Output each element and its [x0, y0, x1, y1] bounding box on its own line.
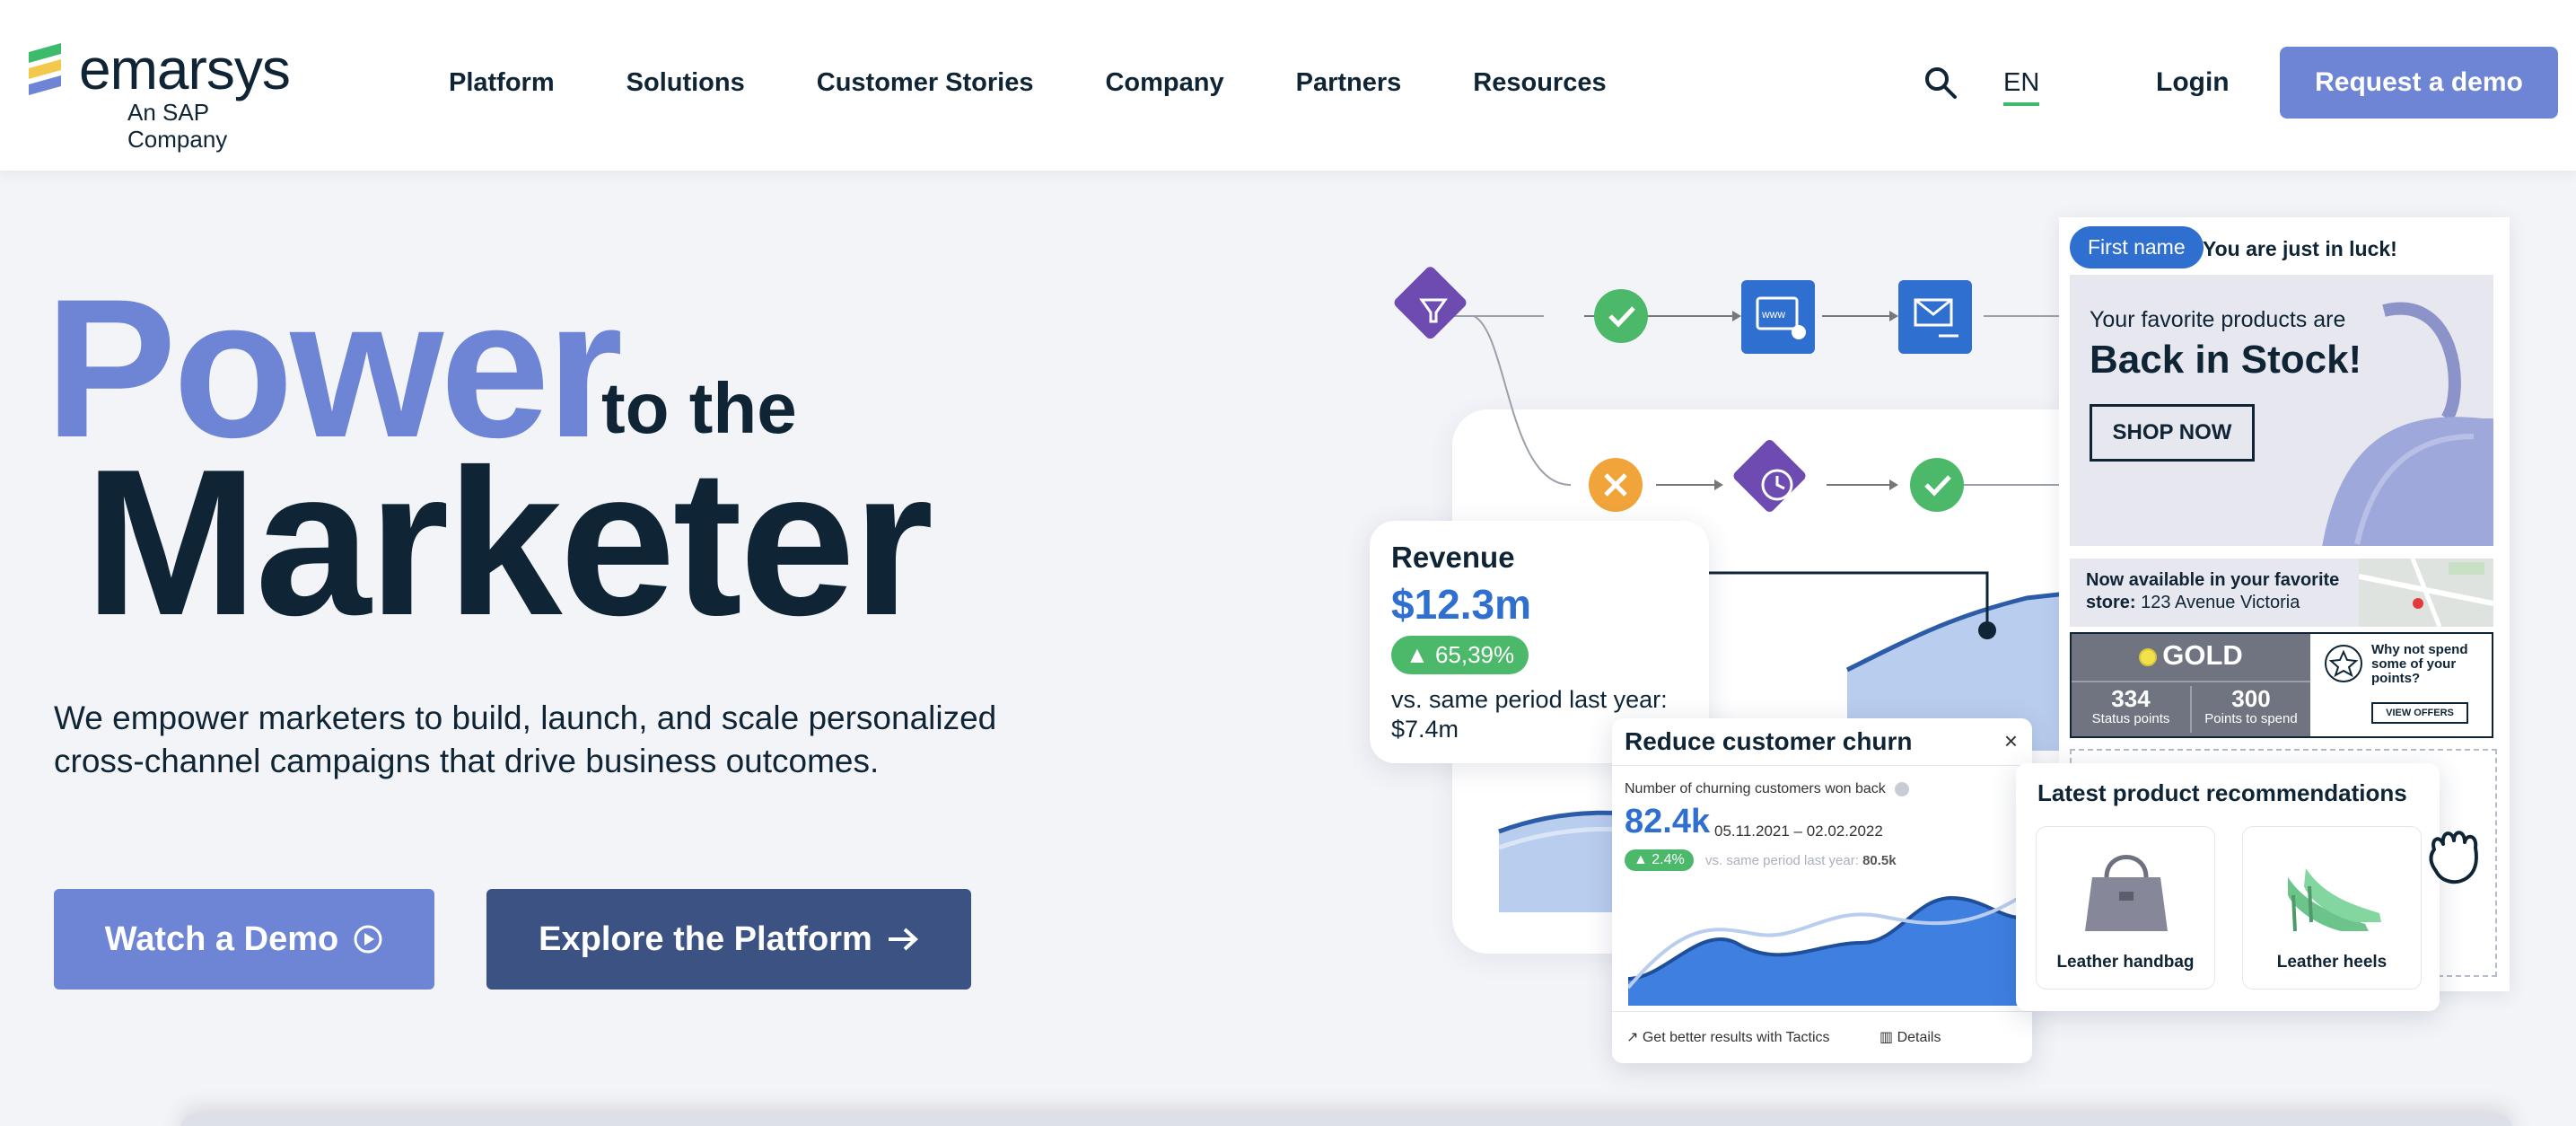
churn-title: Reduce customer churn	[1625, 727, 1913, 755]
loyalty-tier: GOLD	[2072, 639, 2310, 672]
logo-wordmark: emarsys	[79, 37, 291, 101]
site-header: emarsys An SAP Company Platform Solution…	[0, 0, 2576, 171]
churn-change-badge: ▲ 2.4%	[1625, 849, 1694, 871]
tactics-link[interactable]: ↗ Get better results with Tactics	[1626, 1028, 1830, 1046]
churn-widget: Reduce customer churn × Number of churni…	[1612, 718, 2032, 1063]
store-address: 123 Avenue Victoria	[2141, 593, 2300, 612]
revenue-change-badge: ▲ 65,39%	[1391, 636, 1529, 674]
grab-hand-cursor-icon	[2429, 831, 2478, 884]
explore-platform-label: Explore the Platform	[539, 919, 872, 958]
trend-icon: ↗	[1626, 1030, 1639, 1045]
churn-date-range: 05.11.2021 – 02.02.2022	[1714, 823, 1883, 840]
nav-company[interactable]: Company	[1105, 63, 1223, 102]
shop-now-button[interactable]: SHOP NOW	[2090, 404, 2255, 462]
check-node-icon	[1594, 289, 1648, 343]
svg-text:www: www	[1761, 308, 1785, 321]
spend-points-value: 300	[2231, 685, 2271, 712]
loyalty-gold-card: GOLD 334 Status points 300 Points to spe…	[2070, 632, 2493, 738]
main-nav: Platform Solutions Customer Stories Comp…	[449, 63, 1678, 102]
store-text: Now available in your favorite store: 12…	[2086, 569, 2373, 614]
spend-points-prompt: Why not spend some of your points?	[2371, 642, 2468, 686]
email-node-icon	[1898, 280, 1972, 354]
check-node-icon-2	[1910, 458, 1964, 512]
spend-points-label: Points to spend	[2204, 711, 2298, 726]
section-edge	[180, 1113, 2513, 1126]
nav-partners[interactable]: Partners	[1296, 63, 1402, 102]
churn-comparison-label: vs. same period last year:	[1705, 853, 1859, 868]
store-availability: Now available in your favorite store: 12…	[2070, 559, 2493, 627]
status-points-label: Status points	[2091, 711, 2170, 726]
product-tile-heels[interactable]: Leather heels	[2242, 826, 2422, 990]
loyalty-status-panel: GOLD 334 Status points 300 Points to spe…	[2072, 634, 2310, 736]
clock-node-icon	[1733, 440, 1806, 512]
churn-metric-text: Number of churning customers won back	[1625, 781, 1886, 796]
info-icon	[1895, 781, 1910, 796]
email-greeting: You are just in luck!	[2203, 237, 2397, 260]
churn-area-chart	[1628, 887, 2032, 1006]
revenue-title: Revenue	[1391, 541, 1515, 574]
churn-comparison: vs. same period last year: 80.5k	[1705, 853, 1897, 868]
handbag-image	[2085, 855, 2168, 931]
web-node-icon: www	[1741, 280, 1815, 354]
churn-footer: ↗ Get better results with Tactics ▥ Deta…	[1612, 1011, 2032, 1063]
loyalty-divider-h	[2072, 681, 2310, 682]
cancel-node-icon	[1589, 458, 1643, 512]
close-icon[interactable]: ×	[2004, 727, 2018, 755]
logo-tagline: An SAP Company	[127, 99, 228, 153]
play-circle-icon	[354, 925, 382, 954]
request-demo-button[interactable]: Request a demo	[2280, 47, 2558, 119]
loyalty-tier-label: GOLD	[2162, 639, 2243, 671]
product-recommendations-card: Latest product recommendations Leather h…	[2016, 763, 2440, 1011]
emarsys-logo[interactable]: emarsys An SAP Company	[25, 37, 312, 153]
churn-comparison-value: 80.5k	[1862, 853, 1897, 868]
hero-headline-marketer: Marketer	[84, 427, 933, 659]
first-name-token: First name	[2070, 226, 2204, 268]
nav-platform[interactable]: Platform	[449, 63, 555, 102]
hero-description: We empower marketers to build, launch, a…	[54, 699, 997, 779]
store-map-image	[2359, 559, 2493, 627]
product-name: Leather handbag	[2056, 953, 2195, 972]
churn-divider	[1612, 765, 2032, 766]
filter-node-icon	[1394, 267, 1467, 339]
back-in-stock-banner: Your favorite products are Back in Stock…	[2070, 275, 2493, 546]
product-tile-handbag[interactable]: Leather handbag	[2036, 826, 2215, 990]
language-selector[interactable]: EN	[2003, 65, 2040, 106]
star-badge-icon	[2325, 645, 2362, 682]
back-in-stock-pretext: Your favorite products are	[2090, 307, 2346, 332]
watch-demo-label: Watch a Demo	[104, 919, 339, 958]
bar-chart-icon: ▥	[1879, 1030, 1894, 1045]
gold-coin-icon	[2139, 647, 2158, 666]
arrow-right-icon	[888, 928, 918, 951]
logo-mark-icon	[29, 43, 61, 95]
login-link[interactable]: Login	[2156, 65, 2230, 101]
nav-resources[interactable]: Resources	[1473, 63, 1606, 102]
watch-demo-button[interactable]: Watch a Demo	[54, 889, 434, 990]
back-in-stock-title: Back in Stock!	[2090, 338, 2362, 382]
churn-metric-label: Number of churning customers won back	[1625, 781, 1910, 797]
revenue-value: $12.3m	[1391, 581, 1532, 628]
status-points-stat: 334 Status points	[2072, 686, 2190, 727]
tactics-label: Get better results with Tactics	[1642, 1030, 1830, 1045]
recommendations-title: Latest product recommendations	[2037, 779, 2407, 806]
search-icon[interactable]	[1923, 65, 1958, 101]
status-points-value: 334	[2111, 685, 2151, 712]
view-offers-button[interactable]: VIEW OFFERS	[2371, 702, 2468, 724]
spend-points-stat: 300 Points to spend	[2192, 686, 2310, 727]
details-link[interactable]: ▥ Details	[1879, 1028, 1941, 1046]
nav-solutions[interactable]: Solutions	[626, 63, 745, 102]
churn-metric-value: 82.4k	[1625, 803, 1711, 840]
product-name: Leather heels	[2276, 953, 2388, 972]
details-label: Details	[1897, 1030, 1941, 1045]
explore-platform-button[interactable]: Explore the Platform	[486, 889, 971, 990]
nav-customer-stories[interactable]: Customer Stories	[817, 63, 1034, 102]
heels-image	[2288, 868, 2381, 932]
